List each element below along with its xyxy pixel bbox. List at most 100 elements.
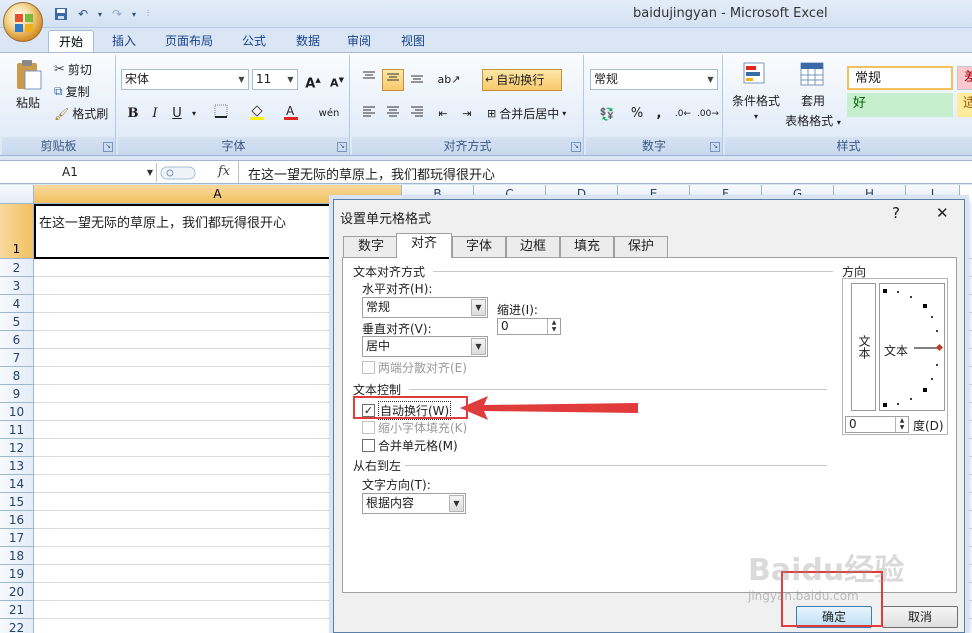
comma-button[interactable]: , (648, 103, 670, 125)
dialog-tab-alignment[interactable]: 对齐 (396, 233, 452, 258)
paste-button[interactable]: 粘贴 (8, 59, 48, 111)
orientation-dial[interactable]: 文本 (879, 283, 945, 411)
phonetic-button[interactable]: wén (312, 103, 346, 125)
undo-dropdown-icon[interactable]: ▾ (96, 5, 104, 23)
degree-spinner[interactable]: 0 ▲ ▼ (845, 416, 909, 433)
row-header-21[interactable]: 21 (0, 601, 34, 619)
row-header-16[interactable]: 16 (0, 511, 34, 529)
conditional-format-button[interactable]: 条件格式 ▾ (731, 61, 781, 121)
customize-qat-icon[interactable]: ⫶ (142, 5, 154, 23)
row-header-19[interactable]: 19 (0, 565, 34, 583)
vertical-text-button[interactable]: 文本 (851, 283, 876, 411)
style-normal[interactable]: 常规 (847, 66, 953, 90)
underline-button[interactable]: U (166, 103, 188, 125)
dialog-tab-border[interactable]: 边框 (506, 236, 560, 257)
increase-indent-button[interactable]: ⇥ (456, 103, 478, 125)
dialog-tab-fill[interactable]: 填充 (560, 236, 614, 257)
select-all-corner[interactable] (0, 185, 34, 204)
bold-button[interactable]: B (122, 103, 144, 125)
tab-page-layout[interactable]: 页面布局 (157, 30, 221, 52)
row-header-3[interactable]: 3 (0, 277, 34, 295)
text-direction-dropdown[interactable]: 根据内容 ▼ (362, 493, 466, 514)
row-header-22[interactable]: 22 (0, 619, 34, 633)
cut-button[interactable]: ✂ 剪切 (54, 61, 92, 78)
horizontal-align-dropdown[interactable]: 常规 ▼ (362, 297, 488, 318)
save-icon[interactable] (52, 5, 70, 23)
font-name-combo[interactable]: 宋体 ▼ (121, 69, 249, 90)
alignment-launcher-icon[interactable]: ↘ (571, 142, 581, 152)
undo-icon[interactable]: ↶ (74, 5, 92, 23)
increase-decimal-icon[interactable]: .0← (672, 103, 694, 125)
row-header-15[interactable]: 15 (0, 493, 34, 511)
percent-button[interactable]: % (626, 103, 648, 125)
tab-review[interactable]: 审阅 (338, 30, 380, 52)
row-header-14[interactable]: 14 (0, 475, 34, 493)
vertical-align-dropdown[interactable]: 居中 ▼ (362, 336, 488, 357)
font-size-combo[interactable]: 11 ▼ (252, 69, 298, 90)
indent-spinner[interactable]: 0 ▲ ▼ (497, 318, 561, 335)
align-left-button[interactable] (358, 103, 380, 125)
style-good[interactable]: 好 (847, 93, 953, 117)
format-as-table-button[interactable]: 套用 表格格式 ▾ (783, 61, 843, 129)
formula-content[interactable]: 在这一望无际的草原上，我们都玩得很开心 (248, 164, 495, 183)
align-bottom-button[interactable] (406, 69, 428, 91)
row-header-8[interactable]: 8 (0, 367, 34, 385)
grow-font-button[interactable]: A▲ (302, 69, 324, 91)
align-right-button[interactable] (406, 103, 428, 125)
align-top-button[interactable] (358, 69, 380, 91)
shrink-font-button[interactable]: A▼ (326, 69, 348, 91)
row-header-13[interactable]: 13 (0, 457, 34, 475)
number-format-combo[interactable]: 常规 ▼ (590, 69, 718, 90)
tab-formulas[interactable]: 公式 (233, 30, 275, 52)
number-launcher-icon[interactable]: ↘ (710, 142, 720, 152)
clipboard-launcher-icon[interactable]: ↘ (103, 142, 113, 152)
row-header-20[interactable]: 20 (0, 583, 34, 601)
formula-expand-handle[interactable] (160, 165, 196, 181)
italic-button[interactable]: I (144, 103, 166, 125)
name-box[interactable]: A1 ▼ (0, 163, 157, 182)
row-header-18[interactable]: 18 (0, 547, 34, 565)
underline-dropdown-icon[interactable]: ▾ (188, 103, 200, 125)
cancel-button[interactable]: 取消 (882, 606, 958, 628)
tab-insert[interactable]: 插入 (103, 30, 145, 52)
spinner-arrows-icon[interactable]: ▲ ▼ (895, 417, 908, 432)
font-color-button[interactable]: A (276, 103, 306, 125)
style-neutral[interactable]: 适 (957, 93, 972, 117)
row-header-6[interactable]: 6 (0, 331, 34, 349)
wrap-text-button[interactable]: ↵ 自动换行 (482, 69, 562, 91)
align-center-button[interactable] (382, 103, 404, 125)
row-header-17[interactable]: 17 (0, 529, 34, 547)
orientation-button[interactable]: ab↗ (434, 69, 464, 91)
merge-center-button[interactable]: ⊞ 合并后居中 ▾ (484, 103, 580, 125)
tab-data[interactable]: 数据 (287, 30, 329, 52)
decrease-decimal-icon[interactable]: .00→ (696, 103, 719, 125)
dialog-tab-number[interactable]: 数字 (343, 236, 399, 257)
redo-dropdown-icon[interactable]: ▾ (130, 5, 138, 23)
insert-function-button[interactable]: fx (218, 164, 230, 179)
accounting-format-button[interactable]: 💱 (590, 103, 624, 125)
office-button[interactable] (3, 2, 43, 42)
decrease-indent-button[interactable]: ⇤ (432, 103, 454, 125)
tab-view[interactable]: 视图 (392, 30, 434, 52)
row-header-12[interactable]: 12 (0, 439, 34, 457)
row-header-7[interactable]: 7 (0, 349, 34, 367)
dialog-tab-font[interactable]: 字体 (452, 236, 506, 257)
tab-home[interactable]: 开始 (48, 30, 94, 52)
merge-cells-checkbox[interactable]: 合并单元格(M) (362, 437, 458, 454)
redo-icon[interactable]: ↷ (108, 5, 126, 23)
row-header-9[interactable]: 9 (0, 385, 34, 403)
row-header-11[interactable]: 11 (0, 421, 34, 439)
align-middle-button[interactable] (382, 69, 404, 91)
format-painter-button[interactable]: 🖌 格式刷 (54, 105, 108, 122)
style-bad[interactable]: 差 (957, 66, 972, 90)
close-icon[interactable]: ✕ (936, 204, 949, 222)
row-header-2[interactable]: 2 (0, 259, 34, 277)
copy-button[interactable]: ⧉ 复制 (54, 83, 90, 100)
help-icon[interactable]: ? (892, 204, 900, 222)
spinner-arrows-icon[interactable]: ▲ ▼ (547, 319, 560, 334)
dialog-tab-protection[interactable]: 保护 (614, 236, 668, 257)
fill-color-button[interactable] (242, 103, 272, 125)
row-header-1[interactable]: 1 (0, 204, 34, 259)
row-header-4[interactable]: 4 (0, 295, 34, 313)
font-launcher-icon[interactable]: ↘ (337, 142, 347, 152)
